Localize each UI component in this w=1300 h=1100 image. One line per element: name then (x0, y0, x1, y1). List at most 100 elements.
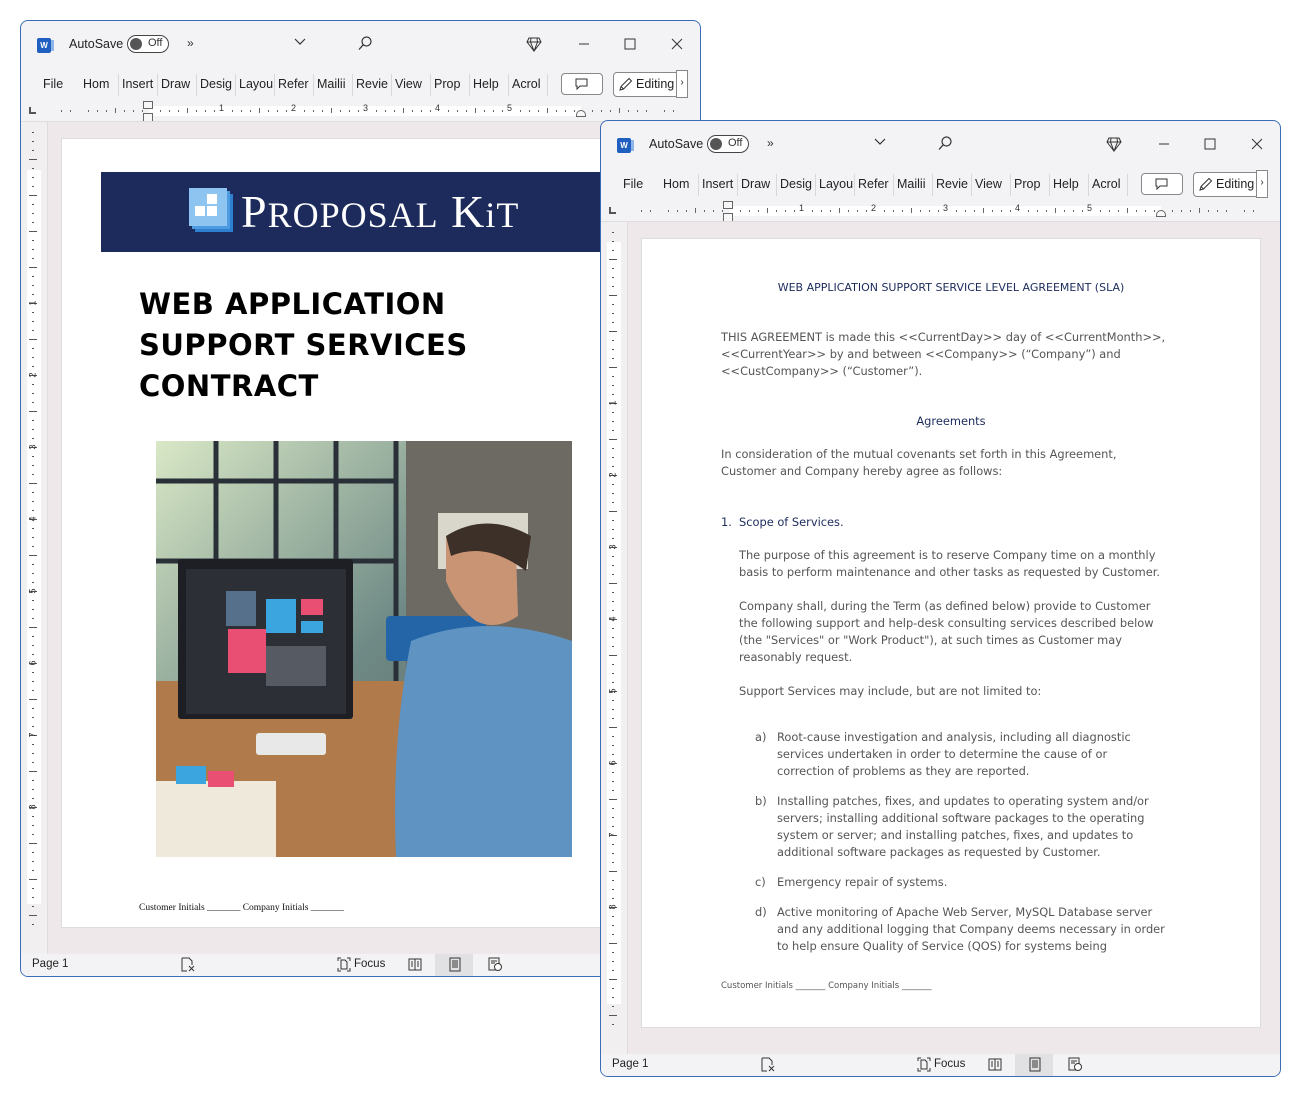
proofing-icon[interactable] (181, 957, 195, 972)
sla-page[interactable]: WEB APPLICATION SUPPORT SERVICE LEVEL AG… (641, 238, 1261, 1028)
tab-insert[interactable]: Insert (122, 77, 156, 91)
horizontal-ruler[interactable]: 1 2 3 4 5 (601, 201, 1280, 222)
tab-acrobat[interactable]: Acrol (1092, 177, 1126, 191)
ruler-tick (619, 108, 620, 113)
close-button[interactable] (666, 33, 688, 55)
title-dropdown-button[interactable] (294, 35, 306, 49)
ruler-tick (677, 210, 678, 212)
ribbon-tabs: File Hom Insert Draw Desig Layou Refer M… (601, 169, 1280, 201)
vertical-ruler[interactable]: 1 2 3 4 5 6 7 8 (21, 122, 48, 954)
tab-insert[interactable]: Insert (702, 177, 736, 191)
cover-title-line: CONTRACT (139, 369, 319, 403)
tab-selector[interactable] (609, 207, 616, 214)
tab-properties[interactable]: Prop (434, 77, 466, 91)
editing-expand-button[interactable]: › (676, 70, 688, 98)
cover-page[interactable]: PROPOSAL KiT WEB APPLICATION SUPPORT SER… (61, 138, 681, 928)
horizontal-ruler[interactable]: 1 2 3 4 5 (21, 101, 700, 122)
first-line-indent-marker[interactable] (143, 101, 153, 109)
tab-acrobat[interactable]: Acrol (512, 77, 546, 91)
maximize-button[interactable] (1199, 133, 1221, 155)
ruler-tick (32, 474, 34, 475)
vertical-ruler[interactable]: 1 2 3 4 5 6 7 8 (601, 222, 628, 1054)
tab-design[interactable]: Desig (780, 177, 814, 191)
tab-layout[interactable]: Layou (819, 177, 853, 191)
tab-layout[interactable]: Layou (239, 77, 273, 91)
tab-references[interactable]: Refer (278, 77, 312, 91)
read-mode-icon[interactable] (988, 1057, 1002, 1072)
tab-properties[interactable]: Prop (1014, 177, 1046, 191)
tab-review[interactable]: Revie (936, 177, 970, 191)
page-indicator[interactable]: Page 1 (612, 1058, 648, 1070)
autosave-toggle[interactable]: Off (127, 35, 169, 53)
autosave-toggle[interactable]: Off (707, 135, 749, 153)
tab-home[interactable]: Hom (83, 77, 117, 91)
quick-access-overflow-button[interactable]: » (767, 136, 774, 150)
tab-review[interactable]: Revie (356, 77, 390, 91)
ruler-tick (612, 538, 614, 539)
web-layout-icon[interactable] (1068, 1057, 1082, 1072)
web-layout-icon[interactable] (488, 957, 502, 972)
tab-mailings[interactable]: Mailii (317, 77, 351, 91)
search-icon[interactable] (938, 136, 952, 152)
ruler-tick (1028, 210, 1029, 212)
quick-access-overflow-button[interactable]: » (187, 36, 194, 50)
person-shirt (395, 626, 572, 857)
ruler-tick (612, 889, 614, 890)
focus-icon[interactable] (917, 1057, 931, 1072)
tab-selector[interactable] (29, 107, 36, 114)
premium-diamond-icon[interactable] (526, 36, 542, 52)
ruler-tick (169, 110, 170, 112)
minimize-button[interactable] (573, 33, 595, 55)
tab-help[interactable]: Help (1053, 177, 1087, 191)
ruler-tick (974, 210, 975, 212)
focus-button[interactable]: Focus (354, 958, 385, 970)
ruler-tick (612, 682, 614, 683)
search-icon[interactable] (358, 36, 372, 52)
comments-button[interactable] (1141, 173, 1183, 195)
tab-home[interactable]: Hom (663, 177, 697, 191)
title-dropdown-button[interactable] (874, 135, 886, 149)
ruler-tick (612, 286, 614, 287)
tab-references[interactable]: Refer (858, 177, 892, 191)
ruler-tick (612, 952, 614, 953)
services-paragraph: Company shall, during the Term (as defin… (739, 599, 1154, 664)
ruler-tick (1145, 210, 1146, 212)
tab-help[interactable]: Help (473, 77, 507, 91)
page-indicator[interactable]: Page 1 (32, 958, 68, 970)
close-button[interactable] (1246, 133, 1268, 155)
tab-draw[interactable]: Draw (741, 177, 775, 191)
ruler-number: 1 (27, 300, 38, 306)
tab-draw[interactable]: Draw (161, 77, 195, 91)
ruler-number: 1 (799, 203, 805, 213)
editing-expand-button[interactable]: › (1256, 170, 1268, 198)
ruler-tick (650, 210, 651, 212)
tab-design[interactable]: Desig (200, 77, 234, 91)
maximize-button[interactable] (619, 33, 641, 55)
ruler-tick (713, 210, 714, 212)
tab-view[interactable]: View (975, 177, 1009, 191)
read-mode-icon[interactable] (408, 957, 422, 972)
tab-view[interactable]: View (395, 77, 429, 91)
ruler-tick (142, 110, 143, 112)
right-indent-marker[interactable] (1156, 210, 1166, 217)
ruler-tick (32, 582, 34, 583)
ruler-tick (349, 110, 350, 112)
ruler-tick (259, 108, 260, 113)
tab-file[interactable]: File (623, 177, 643, 191)
proofing-icon[interactable] (761, 1057, 775, 1072)
list-marker: c) (755, 875, 766, 889)
ruler-tick (1181, 210, 1182, 212)
toggle-knob (710, 138, 722, 150)
focus-icon[interactable] (337, 957, 351, 972)
premium-diamond-icon[interactable] (1106, 136, 1122, 152)
ruler-tick (32, 150, 34, 151)
tab-mailings[interactable]: Mailii (897, 177, 931, 191)
right-indent-marker[interactable] (576, 110, 586, 117)
focus-button[interactable]: Focus (934, 1058, 965, 1070)
initials-footer: Customer Initials _______ Company Initia… (721, 981, 932, 991)
tab-file[interactable]: File (43, 77, 63, 91)
ruler-tick (612, 250, 614, 251)
comments-button[interactable] (561, 73, 603, 95)
minimize-button[interactable] (1153, 133, 1175, 155)
first-line-indent-marker[interactable] (723, 201, 733, 209)
